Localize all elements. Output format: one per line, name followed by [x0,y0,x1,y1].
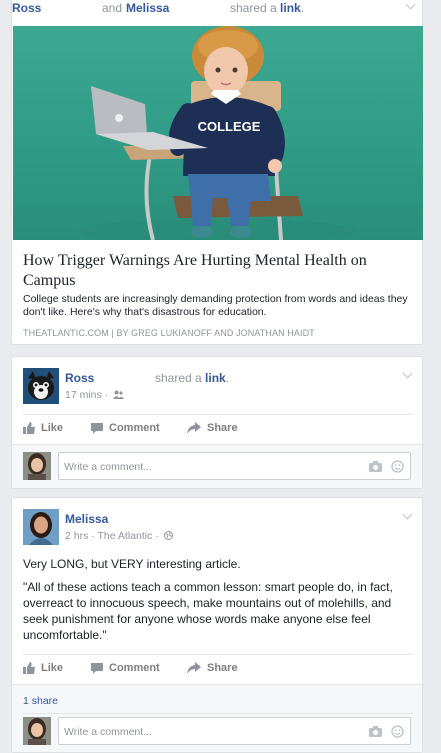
chevron-down-icon[interactable] [402,369,414,381]
post-meta: 2 hrs · The Atlantic · [65,530,173,542]
divider [23,414,413,415]
comment-icon [91,663,103,674]
chevron-down-icon[interactable] [402,510,414,522]
share-icon [187,662,201,674]
poster-name-melissa[interactable]: Melissa [65,512,108,526]
shared-prefix: shared a [155,371,202,385]
timestamp-text[interactable]: 17 mins · [65,389,108,401]
article-image[interactable]: COLLEGE [13,26,423,240]
comment-input[interactable]: Write a comment... [58,717,411,745]
comment-icon [91,423,103,434]
action-bar: Like Comment Share [23,420,413,442]
shared-suffix: . [225,371,230,385]
comment-label: Comment [109,662,160,674]
like-button[interactable]: Like [23,662,63,674]
comment-section: 1 share Write a comment... [12,684,422,752]
article-title[interactable]: How Trigger Warnings Are Hurting Mental … [23,251,415,291]
shared-prefix: shared a [230,1,277,15]
camera-icon[interactable] [369,726,382,737]
like-label: Like [41,662,64,674]
comment-composer: Write a comment... [12,444,422,488]
shirt-text: COLLEGE [198,119,261,134]
share-count-link[interactable]: 1 share [23,695,58,707]
conjunction-text: and [102,1,123,15]
post-meta-text[interactable]: 2 hrs · The Atlantic · [65,530,159,542]
shared-story-card: Ross and Melissa shared a link. COLLEGE … [11,0,423,345]
shared-a-link-text: shared a link. [230,1,304,15]
action-bar: Like Comment Share [23,660,413,682]
like-button[interactable]: Like [23,422,63,434]
actor-name-ross[interactable]: Ross [12,1,41,15]
user-photo [23,717,51,745]
share-icon [187,422,201,434]
article-source: THEATLANTIC.COM | BY GREG LUKIANOFF AND … [23,328,315,338]
user-photo [23,452,51,480]
like-label: Like [41,422,64,434]
comment-label: Comment [109,422,160,434]
melissa-share-card: Melissa 2 hrs · The Atlantic · Very LONG… [11,497,423,753]
shared-a-link-text: shared a link. [155,371,229,385]
emoji-icon[interactable] [391,725,404,738]
divider [23,713,413,714]
shared-suffix: . [300,1,305,15]
current-user-avatar[interactable] [23,452,51,480]
emoji-icon[interactable] [391,460,404,473]
friends-icon [113,390,125,399]
avatar-melissa[interactable] [23,509,59,545]
comment-placeholder: Write a comment... [64,461,152,473]
ross-share-card: Ross shared a link. 17 mins · Like Comme… [11,356,423,489]
post-text-line-1: Very LONG, but VERY interesting article. [23,557,241,571]
share-button[interactable]: Share [187,422,238,434]
share-label: Share [207,662,238,674]
like-icon [23,422,35,434]
globe-icon [163,531,173,540]
dog-avatar-image [23,368,59,404]
child-with-laptop-illustration: COLLEGE [78,26,358,240]
divider [23,654,413,655]
melissa-photo [23,509,59,545]
comment-placeholder: Write a comment... [64,726,152,738]
avatar-ross[interactable] [23,368,59,404]
comment-button[interactable]: Comment [91,662,160,674]
comment-button[interactable]: Comment [91,422,160,434]
chevron-down-icon[interactable] [405,0,417,12]
link-word[interactable]: link [280,1,301,15]
article-description: College students are increasingly demand… [23,293,408,318]
post-quote-text: "All of these actions teach a common les… [23,580,393,642]
current-user-avatar[interactable] [23,717,51,745]
comment-input[interactable]: Write a comment... [58,452,411,480]
post-timestamp: 17 mins · [65,389,125,401]
actor-name-melissa[interactable]: Melissa [126,1,169,15]
like-icon [23,662,35,674]
story-header: Ross and Melissa shared a link. [12,0,422,18]
link-word[interactable]: link [205,371,226,385]
share-label: Share [207,422,238,434]
poster-name-ross[interactable]: Ross [65,371,94,385]
camera-icon[interactable] [369,461,382,472]
share-button[interactable]: Share [187,662,238,674]
